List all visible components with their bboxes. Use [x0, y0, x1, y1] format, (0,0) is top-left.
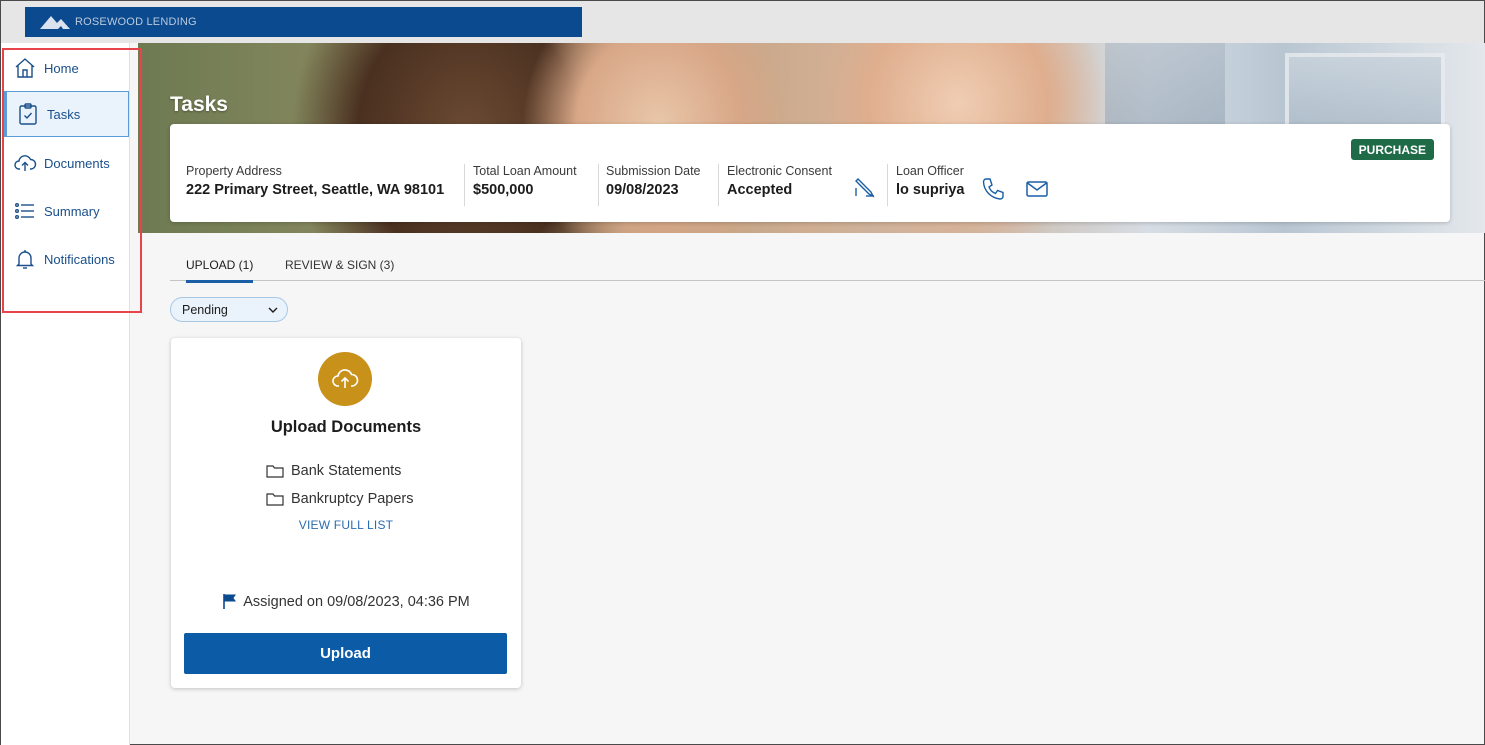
document-item: Bankruptcy Papers — [266, 491, 414, 507]
sidebar-item-summary[interactable]: Summary — [4, 188, 129, 234]
document-item: Bank Statements — [266, 463, 401, 479]
submission-date-label: Submission Date — [606, 164, 701, 178]
property-address-value: 222 Primary Street, Seattle, WA 98101 — [186, 182, 445, 198]
property-address-field: Property Address 222 Primary Street, Sea… — [186, 164, 444, 198]
view-full-list-link[interactable]: VIEW FULL LIST — [171, 518, 521, 532]
sidebar-item-label: Home — [44, 60, 79, 76]
tab-upload[interactable]: UPLOAD (1) — [186, 258, 254, 283]
mail-icon[interactable] — [1024, 176, 1050, 202]
loan-officer-label: Loan Officer — [896, 164, 964, 178]
bell-icon — [12, 246, 38, 272]
upload-button[interactable]: Upload — [184, 633, 507, 674]
edit-consent-icon[interactable] — [852, 174, 878, 200]
field-divider — [718, 164, 719, 206]
sidebar-item-label: Tasks — [47, 106, 81, 122]
tab-review-sign[interactable]: REVIEW & SIGN (3) — [285, 258, 394, 280]
electronic-consent-value: Accepted — [727, 182, 793, 198]
total-loan-amount-value: $500,000 — [473, 182, 534, 198]
clipboard-check-icon — [15, 101, 41, 127]
sidebar-item-documents[interactable]: Documents — [4, 140, 129, 186]
chevron-down-icon — [268, 307, 278, 313]
loan-info-card: PURCHASE Property Address 222 Primary St… — [170, 124, 1450, 222]
upload-task-card: Upload Documents Bank Statements Bankrup… — [171, 338, 521, 688]
folder-icon — [266, 493, 284, 506]
page-title: Tasks — [170, 93, 228, 116]
document-name: Bank Statements — [291, 463, 402, 479]
property-address-label: Property Address — [186, 164, 282, 178]
total-loan-amount-label: Total Loan Amount — [473, 164, 577, 178]
sidebar-item-label: Summary — [44, 203, 100, 219]
folder-icon — [266, 465, 284, 478]
brand-mark-icon — [40, 16, 70, 29]
brand-name: ROSEWOOD LENDING — [75, 16, 197, 28]
flag-icon — [223, 594, 237, 609]
submission-date-field: Submission Date 09/08/2023 — [606, 164, 701, 198]
electronic-consent-label: Electronic Consent — [727, 164, 832, 178]
upload-cloud-icon — [318, 352, 372, 406]
field-divider — [464, 164, 465, 206]
submission-date-value: 09/08/2023 — [606, 182, 679, 198]
status-filter-value: Pending — [182, 302, 228, 317]
top-bar: ROSEWOOD LENDING — [1, 1, 1484, 43]
assigned-date: Assigned on 09/08/2023, 04:36 PM — [171, 593, 521, 610]
document-name: Bankruptcy Papers — [291, 491, 414, 507]
sidebar: Home Tasks Documents Summary Notificatio… — [1, 43, 130, 745]
phone-icon[interactable] — [980, 176, 1006, 202]
status-filter-dropdown[interactable]: Pending — [170, 297, 288, 322]
sidebar-item-tasks[interactable]: Tasks — [4, 91, 129, 137]
brand-logo[interactable]: ROSEWOOD LENDING — [25, 7, 582, 37]
sidebar-item-label: Documents — [44, 155, 110, 171]
field-divider — [598, 164, 599, 206]
task-title: Upload Documents — [270, 418, 422, 436]
task-tabs: UPLOAD (1) REVIEW & SIGN (3) — [170, 251, 1485, 283]
list-icon — [12, 198, 38, 224]
cloud-upload-icon — [12, 150, 38, 176]
loan-officer-field: Loan Officer lo supriya — [896, 164, 965, 198]
assigned-text: Assigned on 09/08/2023, 04:36 PM — [243, 593, 470, 610]
sidebar-item-notifications[interactable]: Notifications — [4, 236, 129, 282]
loan-officer-value: lo supriya — [896, 182, 965, 198]
sidebar-item-home[interactable]: Home — [4, 45, 129, 91]
total-loan-amount-field: Total Loan Amount $500,000 — [473, 164, 577, 198]
home-icon — [12, 55, 38, 81]
loan-type-badge: PURCHASE — [1350, 139, 1434, 160]
field-divider — [887, 164, 888, 206]
sidebar-item-label: Notifications — [44, 251, 115, 267]
electronic-consent-field: Electronic Consent Accepted — [727, 164, 832, 198]
